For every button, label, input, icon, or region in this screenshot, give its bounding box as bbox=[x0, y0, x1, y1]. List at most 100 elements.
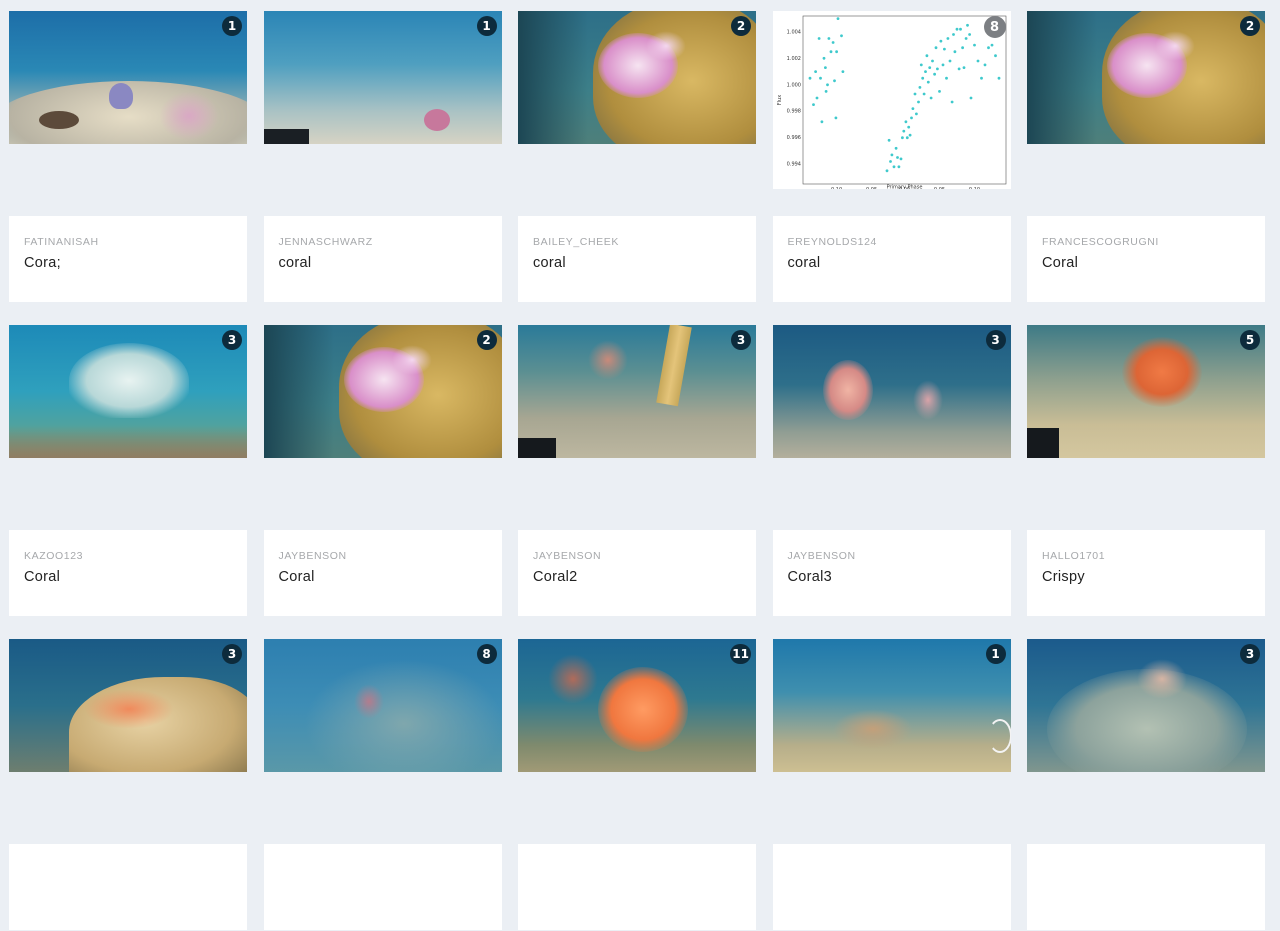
scatter-point bbox=[831, 41, 834, 44]
image-count-badge: 3 bbox=[222, 644, 242, 664]
scatter-point bbox=[944, 76, 948, 80]
scatter-point bbox=[972, 43, 976, 47]
scatter-point bbox=[926, 80, 930, 84]
card-username: FRANCESCOGRUGNI bbox=[1042, 236, 1159, 248]
scatter-point bbox=[824, 90, 827, 93]
card-thumbnail[interactable] bbox=[1027, 639, 1265, 772]
card-title[interactable]: Coral bbox=[24, 569, 232, 585]
result-card[interactable]: −0.10−0.050.000.050.100.9940.9960.9981.0… bbox=[772, 11, 1011, 303]
card-info: EREYNOLDS124 coral bbox=[772, 216, 1011, 302]
scatter-point bbox=[834, 116, 837, 120]
scatter-point bbox=[964, 37, 967, 40]
card-info bbox=[518, 844, 756, 930]
y-tick-label: 0.998 bbox=[786, 109, 800, 115]
card-title[interactable]: coral bbox=[788, 255, 996, 271]
image-count-badge: 2 bbox=[476, 330, 497, 350]
result-card[interactable]: BAILEY_CHEEK coral 2 bbox=[518, 11, 756, 303]
x-tick-label: −0.10 bbox=[826, 187, 841, 189]
card-thumbnail[interactable] bbox=[9, 639, 247, 772]
card-thumbnail[interactable] bbox=[9, 325, 247, 458]
scatter-point bbox=[942, 47, 946, 51]
card-thumbnail[interactable] bbox=[518, 11, 756, 144]
card-title[interactable]: coral bbox=[279, 255, 487, 271]
result-card[interactable]: JAYBENSON Coral2 3 bbox=[518, 325, 756, 617]
card-thumbnail[interactable] bbox=[772, 325, 1011, 458]
card-title[interactable]: Coral bbox=[1042, 255, 1250, 271]
scatter-point bbox=[946, 37, 949, 40]
scatter-point bbox=[976, 59, 979, 63]
card-title[interactable]: Coral bbox=[279, 569, 487, 585]
scatter-point bbox=[918, 86, 921, 89]
result-card[interactable]: JAYBENSON Coral 2 bbox=[263, 325, 502, 617]
scatter-point bbox=[932, 72, 936, 76]
card-username bbox=[24, 864, 232, 878]
scatter-point bbox=[916, 100, 920, 104]
card-thumbnail[interactable] bbox=[518, 325, 756, 458]
scatter-point bbox=[969, 96, 972, 100]
scatter-point bbox=[914, 112, 918, 116]
card-thumbnail[interactable] bbox=[263, 11, 502, 144]
result-card[interactable]: HALLO1701 Crispy 5 bbox=[1027, 325, 1265, 617]
scatter-point bbox=[997, 76, 1000, 80]
scatter-point bbox=[822, 56, 825, 60]
card-thumbnail[interactable] bbox=[518, 639, 756, 772]
card-title[interactable]: coral bbox=[533, 255, 741, 271]
x-tick-label: 0.10 bbox=[968, 187, 979, 189]
card-info: FRANCESCOGRUGNI Coral bbox=[1027, 216, 1265, 302]
scatter-point bbox=[825, 83, 829, 87]
card-username: BAILEY_CHEEK bbox=[533, 236, 619, 248]
card-thumbnail[interactable] bbox=[263, 639, 502, 772]
scatter-point bbox=[929, 96, 932, 100]
result-card[interactable]: FATINANISAH Cora; 1 bbox=[9, 11, 247, 303]
image-count-badge: 3 bbox=[1240, 644, 1260, 664]
card-username bbox=[279, 864, 487, 878]
scatter-point bbox=[911, 107, 914, 110]
scatter-point bbox=[965, 23, 969, 27]
x-axis-label: Primary Phase bbox=[886, 185, 922, 190]
card-username bbox=[788, 864, 996, 878]
scatter-point bbox=[900, 136, 904, 140]
result-card[interactable]: 1 bbox=[772, 639, 1011, 931]
card-thumbnail[interactable]: −0.10−0.050.000.050.100.9940.9960.9981.0… bbox=[772, 11, 1011, 190]
card-title[interactable]: Cora; bbox=[24, 255, 232, 271]
card-title[interactable]: Crispy bbox=[1042, 569, 1250, 585]
scatter-point bbox=[967, 33, 971, 36]
image-count-badge: 1 bbox=[476, 16, 497, 36]
image-count-badge: 2 bbox=[1240, 16, 1260, 36]
image-count-badge: 3 bbox=[985, 330, 1006, 350]
card-info bbox=[772, 844, 1011, 930]
y-tick-label: 1.004 bbox=[786, 29, 800, 35]
scatter-point bbox=[811, 103, 815, 106]
x-tick-label: 0.05 bbox=[933, 187, 944, 189]
scatter-point bbox=[888, 160, 892, 163]
card-thumbnail[interactable] bbox=[9, 11, 247, 144]
result-card[interactable]: KAZOO123 Coral 3 bbox=[9, 325, 247, 617]
scatter-point bbox=[813, 70, 817, 73]
card-username bbox=[533, 864, 741, 878]
card-title[interactable]: Coral2 bbox=[533, 569, 741, 585]
scatter-point bbox=[836, 17, 839, 20]
scatter-point bbox=[941, 63, 944, 67]
result-card[interactable]: 3 bbox=[1027, 639, 1265, 931]
y-tick-label: 0.996 bbox=[786, 135, 800, 141]
card-thumbnail[interactable] bbox=[1027, 11, 1265, 144]
card-title[interactable]: Coral3 bbox=[788, 569, 996, 585]
result-card[interactable]: JENNASCHWARZ coral 1 bbox=[263, 11, 502, 303]
scatter-point bbox=[948, 59, 951, 63]
result-card[interactable]: JAYBENSON Coral3 3 bbox=[772, 325, 1011, 617]
card-thumbnail[interactable] bbox=[1027, 325, 1265, 458]
y-tick-label: 0.994 bbox=[786, 162, 800, 168]
scatter-point bbox=[829, 50, 832, 54]
result-card[interactable]: FRANCESCOGRUGNI Coral 2 bbox=[1027, 11, 1265, 303]
result-card[interactable]: 3 bbox=[9, 639, 247, 931]
results-grid: FATINANISAH Cora; 1 JENNASCHWARZ coral 1… bbox=[9, 11, 1265, 931]
card-thumbnail[interactable] bbox=[263, 325, 502, 458]
scatter-point bbox=[895, 156, 899, 159]
card-info: KAZOO123 Coral bbox=[9, 530, 247, 616]
result-card[interactable]: 8 bbox=[263, 639, 502, 931]
result-card[interactable]: 11 bbox=[518, 639, 756, 931]
scatter-point bbox=[905, 136, 909, 140]
card-thumbnail[interactable] bbox=[772, 639, 1011, 772]
scatter-point bbox=[885, 169, 888, 173]
card-info bbox=[263, 844, 502, 930]
